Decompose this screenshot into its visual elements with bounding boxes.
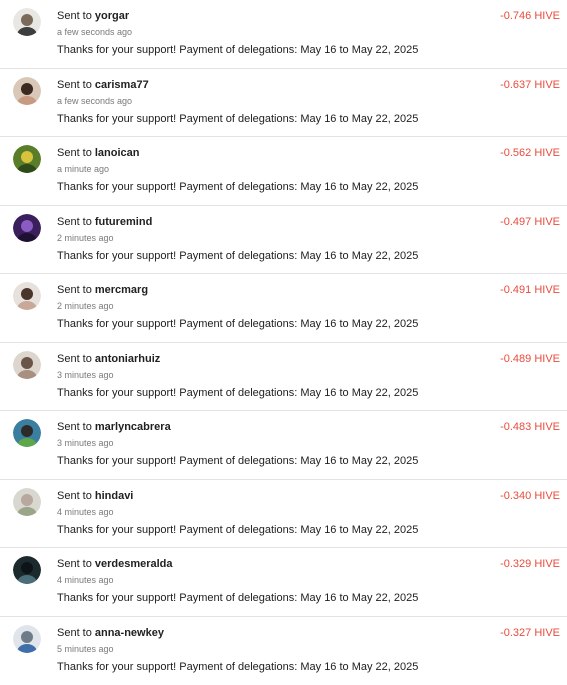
timestamp: 2 minutes ago — [57, 232, 114, 244]
transfer-memo: Thanks for your support! Payment of dele… — [57, 249, 418, 263]
recipient-username[interactable]: yorgar — [95, 10, 129, 22]
transfer-prefix: Sent to — [57, 284, 92, 296]
transfer-list: Sent toyorgar a few seconds ago Thanks f… — [0, 0, 567, 678]
transfer-amount: -0.497 HIVE — [500, 215, 560, 229]
transfer-prefix: Sent to — [57, 79, 92, 91]
transfer-memo: Thanks for your support! Payment of dele… — [57, 660, 418, 674]
transfer-amount: -0.491 HIVE — [500, 283, 560, 297]
transfer-memo: Thanks for your support! Payment of dele… — [57, 317, 418, 331]
list-item[interactable]: Sent tolanoican a minute ago Thanks for … — [0, 137, 567, 206]
list-item[interactable]: Sent tomercmarg 2 minutes ago Thanks for… — [0, 274, 567, 343]
transfer-recipient-line: Sent tolanoican — [57, 146, 139, 160]
list-item[interactable]: Sent tohindavi 4 minutes ago Thanks for … — [0, 480, 567, 549]
list-item[interactable]: Sent toverdesmeralda 4 minutes ago Thank… — [0, 548, 567, 617]
transfer-prefix: Sent to — [57, 421, 92, 433]
transfer-memo: Thanks for your support! Payment of dele… — [57, 454, 418, 468]
recipient-username[interactable]: hindavi — [95, 490, 134, 502]
user-avatar-icon[interactable] — [13, 351, 41, 379]
timestamp: 2 minutes ago — [57, 300, 114, 312]
user-avatar-icon[interactable] — [13, 282, 41, 310]
timestamp: 3 minutes ago — [57, 437, 114, 449]
list-item[interactable]: Sent tofuturemind 2 minutes ago Thanks f… — [0, 206, 567, 275]
transfer-amount: -0.329 HIVE — [500, 557, 560, 571]
list-item[interactable]: Sent toanna-newkey 5 minutes ago Thanks … — [0, 617, 567, 685]
recipient-username[interactable]: carisma77 — [95, 79, 149, 91]
transfer-amount: -0.340 HIVE — [500, 489, 560, 503]
user-avatar-icon[interactable] — [13, 556, 41, 584]
recipient-username[interactable]: mercmarg — [95, 284, 148, 296]
transfer-amount: -0.746 HIVE — [500, 9, 560, 23]
user-avatar-icon[interactable] — [13, 214, 41, 242]
user-avatar-icon[interactable] — [13, 8, 41, 36]
transfer-memo: Thanks for your support! Payment of dele… — [57, 523, 418, 537]
transfer-memo: Thanks for your support! Payment of dele… — [57, 591, 418, 605]
user-avatar-icon[interactable] — [13, 77, 41, 105]
timestamp: 3 minutes ago — [57, 369, 114, 381]
timestamp: 4 minutes ago — [57, 574, 114, 586]
transfer-amount: -0.483 HIVE — [500, 420, 560, 434]
list-item[interactable]: Sent tocarisma77 a few seconds ago Thank… — [0, 69, 567, 138]
timestamp: 5 minutes ago — [57, 643, 114, 655]
user-avatar-icon[interactable] — [13, 145, 41, 173]
recipient-username[interactable]: marlyncabrera — [95, 421, 171, 433]
transfer-memo: Thanks for your support! Payment of dele… — [57, 112, 418, 126]
user-avatar-icon[interactable] — [13, 625, 41, 653]
list-item[interactable]: Sent tomarlyncabrera 3 minutes ago Thank… — [0, 411, 567, 480]
transfer-prefix: Sent to — [57, 558, 92, 570]
transfer-prefix: Sent to — [57, 10, 92, 22]
transfer-recipient-line: Sent tofuturemind — [57, 215, 152, 229]
transfer-recipient-line: Sent toantoniarhuiz — [57, 352, 160, 366]
transfer-amount: -0.327 HIVE — [500, 626, 560, 640]
transfer-amount: -0.489 HIVE — [500, 352, 560, 366]
transfer-amount: -0.562 HIVE — [500, 146, 560, 160]
transfer-recipient-line: Sent toanna-newkey — [57, 626, 164, 640]
transfer-recipient-line: Sent toyorgar — [57, 9, 129, 23]
transfer-recipient-line: Sent tomarlyncabrera — [57, 420, 171, 434]
transfer-recipient-line: Sent toverdesmeralda — [57, 557, 173, 571]
recipient-username[interactable]: anna-newkey — [95, 627, 164, 639]
transfer-prefix: Sent to — [57, 216, 92, 228]
recipient-username[interactable]: lanoican — [95, 147, 140, 159]
timestamp: 4 minutes ago — [57, 506, 114, 518]
timestamp: a few seconds ago — [57, 26, 132, 38]
recipient-username[interactable]: futuremind — [95, 216, 152, 228]
transfer-prefix: Sent to — [57, 627, 92, 639]
transfer-prefix: Sent to — [57, 353, 92, 365]
recipient-username[interactable]: verdesmeralda — [95, 558, 173, 570]
transfer-recipient-line: Sent tohindavi — [57, 489, 133, 503]
list-item[interactable]: Sent toantoniarhuiz 3 minutes ago Thanks… — [0, 343, 567, 412]
timestamp: a minute ago — [57, 163, 109, 175]
transfer-memo: Thanks for your support! Payment of dele… — [57, 43, 418, 57]
transfer-amount: -0.637 HIVE — [500, 78, 560, 92]
timestamp: a few seconds ago — [57, 95, 132, 107]
transfer-memo: Thanks for your support! Payment of dele… — [57, 180, 418, 194]
transfer-recipient-line: Sent tocarisma77 — [57, 78, 149, 92]
transfer-prefix: Sent to — [57, 147, 92, 159]
transfer-memo: Thanks for your support! Payment of dele… — [57, 386, 418, 400]
transfer-recipient-line: Sent tomercmarg — [57, 283, 148, 297]
user-avatar-icon[interactable] — [13, 419, 41, 447]
transfer-prefix: Sent to — [57, 490, 92, 502]
recipient-username[interactable]: antoniarhuiz — [95, 353, 160, 365]
user-avatar-icon[interactable] — [13, 488, 41, 516]
list-item[interactable]: Sent toyorgar a few seconds ago Thanks f… — [0, 0, 567, 69]
